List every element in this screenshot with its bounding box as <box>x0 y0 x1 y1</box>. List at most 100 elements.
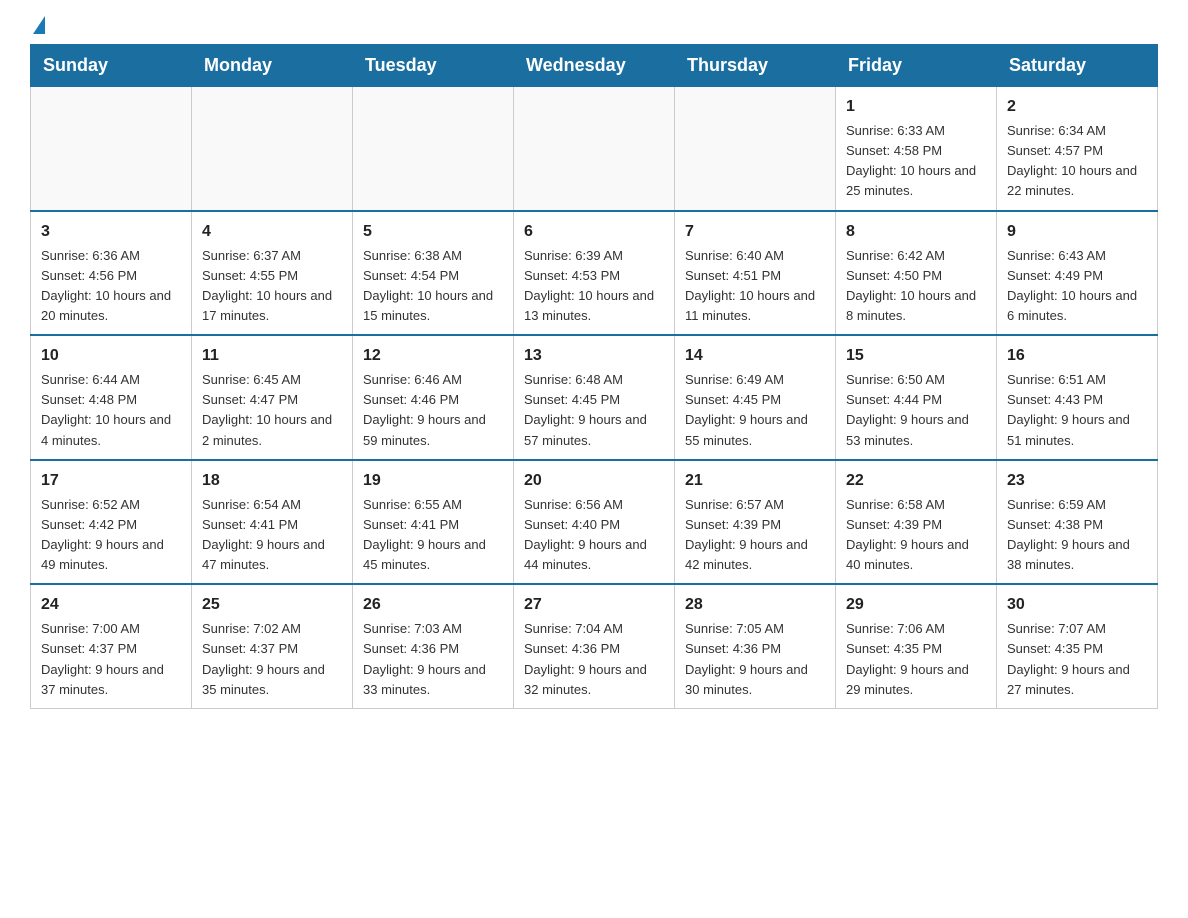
day-number: 9 <box>1007 220 1147 244</box>
day-number: 5 <box>363 220 503 244</box>
calendar-week-row: 1Sunrise: 6:33 AM Sunset: 4:58 PM Daylig… <box>31 87 1158 211</box>
day-info: Sunrise: 6:43 AM Sunset: 4:49 PM Dayligh… <box>1007 246 1147 327</box>
day-number: 28 <box>685 593 825 617</box>
day-number: 22 <box>846 469 986 493</box>
calendar-cell: 1Sunrise: 6:33 AM Sunset: 4:58 PM Daylig… <box>836 87 997 211</box>
day-number: 10 <box>41 344 181 368</box>
calendar-week-row: 3Sunrise: 6:36 AM Sunset: 4:56 PM Daylig… <box>31 211 1158 336</box>
day-info: Sunrise: 6:58 AM Sunset: 4:39 PM Dayligh… <box>846 495 986 576</box>
calendar-cell: 18Sunrise: 6:54 AM Sunset: 4:41 PM Dayli… <box>192 460 353 585</box>
day-info: Sunrise: 7:03 AM Sunset: 4:36 PM Dayligh… <box>363 619 503 700</box>
calendar-cell: 9Sunrise: 6:43 AM Sunset: 4:49 PM Daylig… <box>997 211 1158 336</box>
logo-triangle-icon <box>33 16 45 34</box>
calendar-cell <box>675 87 836 211</box>
page-header <box>30 20 1158 34</box>
day-number: 19 <box>363 469 503 493</box>
day-info: Sunrise: 6:38 AM Sunset: 4:54 PM Dayligh… <box>363 246 503 327</box>
weekday-header-monday: Monday <box>192 45 353 87</box>
day-number: 2 <box>1007 95 1147 119</box>
calendar-cell: 25Sunrise: 7:02 AM Sunset: 4:37 PM Dayli… <box>192 584 353 708</box>
calendar-cell: 14Sunrise: 6:49 AM Sunset: 4:45 PM Dayli… <box>675 335 836 460</box>
calendar-cell: 4Sunrise: 6:37 AM Sunset: 4:55 PM Daylig… <box>192 211 353 336</box>
day-number: 4 <box>202 220 342 244</box>
calendar-cell <box>514 87 675 211</box>
calendar-table: SundayMondayTuesdayWednesdayThursdayFrid… <box>30 44 1158 709</box>
day-number: 6 <box>524 220 664 244</box>
weekday-header-friday: Friday <box>836 45 997 87</box>
logo <box>30 20 45 34</box>
calendar-cell: 17Sunrise: 6:52 AM Sunset: 4:42 PM Dayli… <box>31 460 192 585</box>
day-number: 15 <box>846 344 986 368</box>
day-info: Sunrise: 6:44 AM Sunset: 4:48 PM Dayligh… <box>41 370 181 451</box>
calendar-cell: 15Sunrise: 6:50 AM Sunset: 4:44 PM Dayli… <box>836 335 997 460</box>
day-info: Sunrise: 6:48 AM Sunset: 4:45 PM Dayligh… <box>524 370 664 451</box>
day-info: Sunrise: 6:56 AM Sunset: 4:40 PM Dayligh… <box>524 495 664 576</box>
day-number: 14 <box>685 344 825 368</box>
day-info: Sunrise: 6:37 AM Sunset: 4:55 PM Dayligh… <box>202 246 342 327</box>
weekday-header-wednesday: Wednesday <box>514 45 675 87</box>
calendar-cell: 22Sunrise: 6:58 AM Sunset: 4:39 PM Dayli… <box>836 460 997 585</box>
weekday-header-row: SundayMondayTuesdayWednesdayThursdayFrid… <box>31 45 1158 87</box>
calendar-cell: 21Sunrise: 6:57 AM Sunset: 4:39 PM Dayli… <box>675 460 836 585</box>
calendar-cell: 7Sunrise: 6:40 AM Sunset: 4:51 PM Daylig… <box>675 211 836 336</box>
calendar-cell: 12Sunrise: 6:46 AM Sunset: 4:46 PM Dayli… <box>353 335 514 460</box>
calendar-week-row: 10Sunrise: 6:44 AM Sunset: 4:48 PM Dayli… <box>31 335 1158 460</box>
calendar-cell: 29Sunrise: 7:06 AM Sunset: 4:35 PM Dayli… <box>836 584 997 708</box>
calendar-cell: 20Sunrise: 6:56 AM Sunset: 4:40 PM Dayli… <box>514 460 675 585</box>
day-number: 13 <box>524 344 664 368</box>
day-info: Sunrise: 6:54 AM Sunset: 4:41 PM Dayligh… <box>202 495 342 576</box>
day-info: Sunrise: 6:34 AM Sunset: 4:57 PM Dayligh… <box>1007 121 1147 202</box>
calendar-cell <box>353 87 514 211</box>
day-info: Sunrise: 7:04 AM Sunset: 4:36 PM Dayligh… <box>524 619 664 700</box>
calendar-cell: 13Sunrise: 6:48 AM Sunset: 4:45 PM Dayli… <box>514 335 675 460</box>
day-info: Sunrise: 7:05 AM Sunset: 4:36 PM Dayligh… <box>685 619 825 700</box>
day-info: Sunrise: 6:57 AM Sunset: 4:39 PM Dayligh… <box>685 495 825 576</box>
calendar-cell: 2Sunrise: 6:34 AM Sunset: 4:57 PM Daylig… <box>997 87 1158 211</box>
day-number: 7 <box>685 220 825 244</box>
calendar-cell <box>31 87 192 211</box>
day-number: 30 <box>1007 593 1147 617</box>
day-info: Sunrise: 6:46 AM Sunset: 4:46 PM Dayligh… <box>363 370 503 451</box>
day-info: Sunrise: 7:06 AM Sunset: 4:35 PM Dayligh… <box>846 619 986 700</box>
calendar-cell: 27Sunrise: 7:04 AM Sunset: 4:36 PM Dayli… <box>514 584 675 708</box>
calendar-cell: 11Sunrise: 6:45 AM Sunset: 4:47 PM Dayli… <box>192 335 353 460</box>
weekday-header-tuesday: Tuesday <box>353 45 514 87</box>
calendar-cell: 19Sunrise: 6:55 AM Sunset: 4:41 PM Dayli… <box>353 460 514 585</box>
calendar-cell: 30Sunrise: 7:07 AM Sunset: 4:35 PM Dayli… <box>997 584 1158 708</box>
day-number: 11 <box>202 344 342 368</box>
day-info: Sunrise: 7:00 AM Sunset: 4:37 PM Dayligh… <box>41 619 181 700</box>
day-info: Sunrise: 6:59 AM Sunset: 4:38 PM Dayligh… <box>1007 495 1147 576</box>
day-info: Sunrise: 6:52 AM Sunset: 4:42 PM Dayligh… <box>41 495 181 576</box>
day-number: 26 <box>363 593 503 617</box>
calendar-cell: 8Sunrise: 6:42 AM Sunset: 4:50 PM Daylig… <box>836 211 997 336</box>
calendar-cell: 23Sunrise: 6:59 AM Sunset: 4:38 PM Dayli… <box>997 460 1158 585</box>
day-number: 17 <box>41 469 181 493</box>
weekday-header-sunday: Sunday <box>31 45 192 87</box>
day-info: Sunrise: 6:50 AM Sunset: 4:44 PM Dayligh… <box>846 370 986 451</box>
day-number: 16 <box>1007 344 1147 368</box>
day-info: Sunrise: 7:07 AM Sunset: 4:35 PM Dayligh… <box>1007 619 1147 700</box>
day-number: 21 <box>685 469 825 493</box>
day-number: 29 <box>846 593 986 617</box>
day-info: Sunrise: 6:42 AM Sunset: 4:50 PM Dayligh… <box>846 246 986 327</box>
calendar-cell: 10Sunrise: 6:44 AM Sunset: 4:48 PM Dayli… <box>31 335 192 460</box>
day-number: 23 <box>1007 469 1147 493</box>
weekday-header-thursday: Thursday <box>675 45 836 87</box>
day-info: Sunrise: 6:40 AM Sunset: 4:51 PM Dayligh… <box>685 246 825 327</box>
day-info: Sunrise: 6:33 AM Sunset: 4:58 PM Dayligh… <box>846 121 986 202</box>
calendar-cell: 3Sunrise: 6:36 AM Sunset: 4:56 PM Daylig… <box>31 211 192 336</box>
calendar-week-row: 24Sunrise: 7:00 AM Sunset: 4:37 PM Dayli… <box>31 584 1158 708</box>
calendar-cell: 26Sunrise: 7:03 AM Sunset: 4:36 PM Dayli… <box>353 584 514 708</box>
day-number: 20 <box>524 469 664 493</box>
weekday-header-saturday: Saturday <box>997 45 1158 87</box>
day-number: 3 <box>41 220 181 244</box>
day-info: Sunrise: 6:55 AM Sunset: 4:41 PM Dayligh… <box>363 495 503 576</box>
day-number: 27 <box>524 593 664 617</box>
day-number: 8 <box>846 220 986 244</box>
day-number: 12 <box>363 344 503 368</box>
day-number: 25 <box>202 593 342 617</box>
day-number: 18 <box>202 469 342 493</box>
day-info: Sunrise: 6:39 AM Sunset: 4:53 PM Dayligh… <box>524 246 664 327</box>
day-info: Sunrise: 7:02 AM Sunset: 4:37 PM Dayligh… <box>202 619 342 700</box>
calendar-cell: 16Sunrise: 6:51 AM Sunset: 4:43 PM Dayli… <box>997 335 1158 460</box>
